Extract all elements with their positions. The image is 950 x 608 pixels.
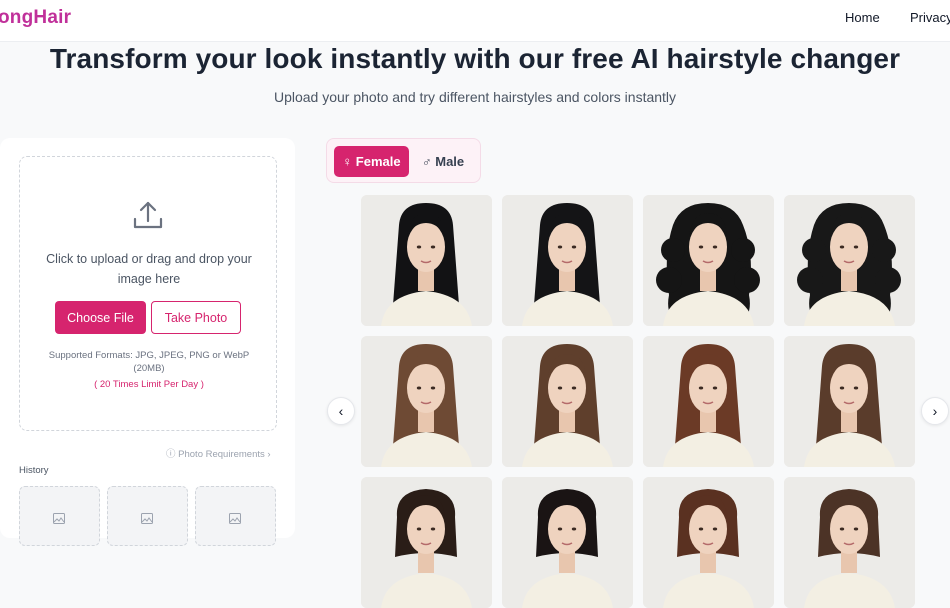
hairstyle-preview (643, 336, 774, 467)
hairstyle-preview (643, 477, 774, 608)
hairstyle-card-long-auburn[interactable] (643, 336, 774, 467)
hairstyle-preview (784, 336, 915, 467)
hairstyle-card-short-black[interactable] (502, 477, 633, 608)
hairstyle-card-layered-brown[interactable] (784, 336, 915, 467)
daily-limit-text: ( 20 Times Limit Per Day ) (94, 379, 204, 390)
hairstyle-preview (502, 336, 633, 467)
male-tab[interactable]: ♂ Male (413, 146, 473, 177)
hairstyle-card-short-dark[interactable] (361, 477, 492, 608)
next-arrow-button[interactable]: › (921, 397, 949, 425)
female-tab[interactable]: ♀ Female (334, 146, 409, 177)
prev-arrow-button[interactable]: ‹ (327, 397, 355, 425)
hairstyle-card-wavy-brown[interactable] (361, 336, 492, 467)
chevron-left-icon: ‹ (338, 403, 344, 419)
history-slot[interactable] (195, 486, 276, 546)
upload-panel: Click to upload or drag and drop your im… (0, 138, 295, 546)
hairstyle-grid (361, 195, 916, 608)
hairstyle-card-curly-black[interactable] (643, 195, 774, 326)
male-tab-label: Male (435, 154, 465, 169)
male-symbol-icon: ♂ (421, 154, 432, 169)
hairstyle-preview (502, 195, 633, 326)
hairstyle-card-long-curly-black[interactable] (784, 195, 915, 326)
photo-requirements-label: Photo Requirements (178, 449, 265, 460)
history-slot[interactable] (19, 486, 100, 546)
supported-formats-text: Supported Formats: JPG, JPEG, PNG or Web… (48, 350, 250, 374)
nav-privacy-link[interactable]: Privacy (910, 10, 950, 25)
top-nav: ongHair Home Privacy (0, 0, 950, 42)
hairstyle-preview (643, 195, 774, 326)
hairstyle-preview (784, 477, 915, 608)
hairstyle-card-long-straight-black[interactable] (361, 195, 492, 326)
hairstyle-preview (784, 195, 915, 326)
hairstyle-preview (502, 477, 633, 608)
history-slot[interactable] (107, 486, 188, 546)
page-title: Transform your look instantly with our f… (49, 43, 901, 74)
hairstyle-card-short-auburn[interactable] (643, 477, 774, 608)
upload-dropzone[interactable]: Click to upload or drag and drop your im… (19, 156, 277, 431)
image-placeholder-icon (141, 513, 153, 524)
upload-prompt: Click to upload or drag and drop your im… (46, 252, 252, 286)
hairstyle-card-long-bangs-black[interactable] (502, 195, 633, 326)
hairstyle-preview (361, 477, 492, 608)
photo-requirements-link[interactable]: ⓘ Photo Requirements › (166, 446, 271, 460)
upload-icon (133, 201, 163, 229)
gender-toggle: ♀ Female ♂ Male (326, 138, 481, 183)
image-placeholder-icon (229, 513, 241, 524)
choose-file-button[interactable]: Choose File (55, 301, 146, 334)
female-symbol-icon: ♀ (342, 154, 353, 169)
history-heading: History (19, 465, 49, 476)
hairstyle-preview (361, 195, 492, 326)
hairstyle-preview (361, 336, 492, 467)
chevron-right-icon: › (932, 403, 938, 419)
hairstyle-card-short-brown[interactable] (784, 477, 915, 608)
take-photo-button[interactable]: Take Photo (151, 301, 241, 334)
page-subtitle: Upload your photo and try different hair… (273, 89, 677, 105)
help-circle-icon: ⓘ (166, 449, 176, 460)
chevron-right-icon: › (267, 449, 271, 460)
logo[interactable]: ongHair (0, 7, 71, 29)
image-placeholder-icon (53, 513, 65, 524)
nav-home-link[interactable]: Home (845, 10, 880, 25)
female-tab-label: Female (355, 154, 401, 169)
hairstyle-card-wavy-brown-2[interactable] (502, 336, 633, 467)
